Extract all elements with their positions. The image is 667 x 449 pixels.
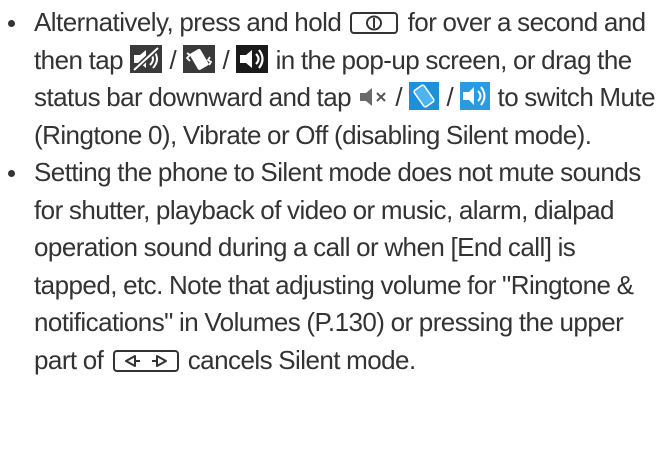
- separator: /: [395, 82, 403, 112]
- item-text: Setting the phone to Silent mode does no…: [34, 157, 641, 375]
- power-key-icon: [350, 11, 399, 35]
- bullet-dot: [8, 20, 15, 27]
- document-page: Alternatively, press and hold for over a…: [0, 0, 667, 449]
- list-item: Setting the phone to Silent mode does no…: [8, 154, 661, 379]
- separator: /: [169, 44, 177, 75]
- bullet-list: Alternatively, press and hold for over a…: [8, 4, 661, 379]
- vibrate-status-icon: [409, 82, 440, 110]
- volume-key-icon: [112, 349, 179, 373]
- separator: /: [222, 44, 230, 75]
- bullet-dot: [8, 170, 15, 177]
- vibrate-icon: [183, 44, 216, 73]
- sound-status-icon: [460, 82, 491, 110]
- separator: /: [446, 82, 454, 112]
- mute-status-icon: [358, 84, 388, 110]
- sound-on-speaker-icon: [236, 44, 269, 73]
- mute-speaker-icon: [130, 44, 163, 73]
- list-item: Alternatively, press and hold for over a…: [8, 4, 661, 154]
- item-text: Alternatively, press and hold: [34, 7, 342, 37]
- item-text: cancels Silent mode.: [187, 344, 416, 375]
